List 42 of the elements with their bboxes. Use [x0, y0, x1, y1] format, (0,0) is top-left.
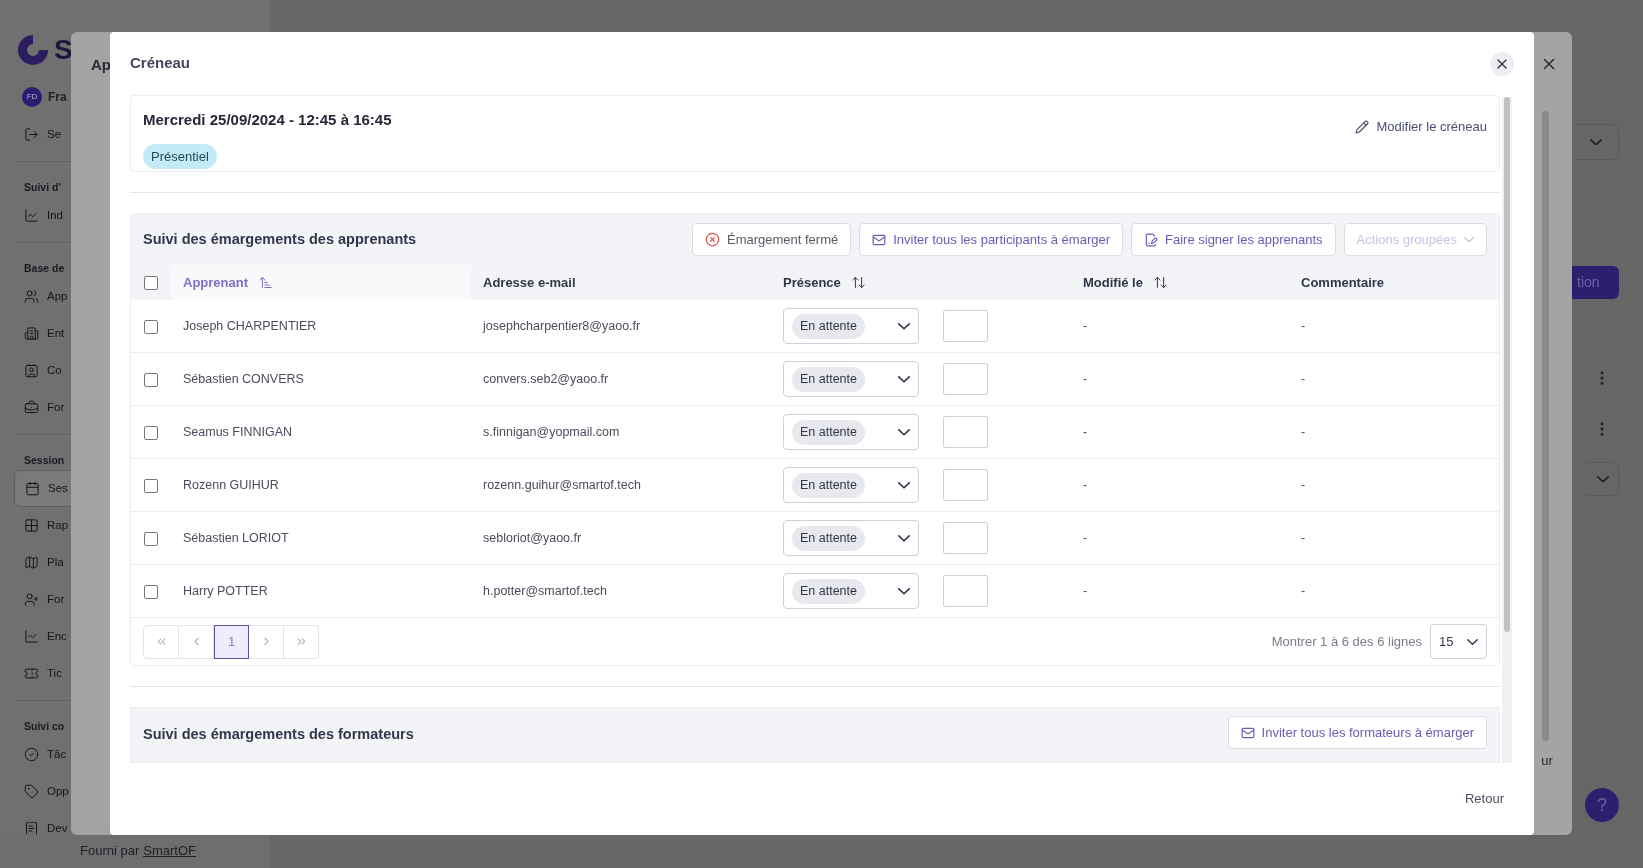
table-cell: -: [1083, 424, 1088, 439]
footer-text: ur: [1541, 752, 1553, 770]
table-cell: sebloriot@yaoo.fr: [483, 530, 582, 545]
table-cell: josephcharpentier8@yaoo.fr: [483, 318, 641, 333]
table-cell: Rozenn GUIHUR: [183, 477, 279, 492]
table-cell: -: [1083, 371, 1088, 386]
table-cell: -: [1301, 530, 1306, 545]
footer-text: Fourni par: [80, 842, 140, 861]
table-cell: convers.seb2@yaoo.fr: [483, 371, 609, 386]
table-cell: -: [1083, 583, 1088, 598]
table-cell: s.finnigan@yopmail.com: [483, 424, 620, 439]
sidebar-section-title: Session: [23, 454, 65, 466]
table-cell: -: [1301, 583, 1306, 598]
table-cell: Sébastien CONVERS: [183, 371, 304, 386]
table-cell: -: [1301, 371, 1306, 386]
table-cell: -: [1083, 530, 1088, 545]
table-cell: -: [1083, 477, 1088, 492]
user-name: Fra: [48, 89, 67, 106]
section-title: Suivi des émargements des formateurs: [143, 725, 414, 745]
column-header: Commentaire: [1300, 274, 1386, 292]
brand-name: S: [54, 33, 73, 67]
rows-summary: Montrer 1 à 6 des 6 lignes: [1271, 633, 1422, 651]
user-avatar: FD: [22, 87, 42, 107]
table-cell: -: [1301, 424, 1306, 439]
table-cell: h.potter@smartof.tech: [483, 583, 607, 598]
sidebar-section-title: Suivi d': [23, 181, 61, 193]
table-cell: Harry POTTER: [183, 583, 268, 598]
status-badge: Présentiel: [143, 143, 217, 169]
slot-title: Mercredi 25/09/2024 - 12:45 à 16:45: [143, 110, 392, 130]
sidebar-section-title: Suivi co: [23, 720, 65, 732]
table-cell: -: [1083, 318, 1088, 333]
section-title: Suivi des émargements des apprenants: [143, 229, 417, 249]
dialog-title: Ap: [91, 55, 111, 75]
column-header: Adresse e-mail: [482, 274, 577, 292]
table-cell: rozenn.guihur@smartof.tech: [483, 477, 641, 492]
table-cell: -: [1301, 477, 1306, 492]
table-cell: Joseph CHARPENTIER: [183, 318, 317, 333]
table-cell: Seamus FINNIGAN: [183, 424, 293, 439]
modal-title: Créneau: [130, 53, 191, 74]
table-cell: -: [1301, 318, 1306, 333]
sidebar-section-title: Base de: [23, 262, 65, 274]
table-cell: Sébastien LORIOT: [183, 530, 289, 545]
